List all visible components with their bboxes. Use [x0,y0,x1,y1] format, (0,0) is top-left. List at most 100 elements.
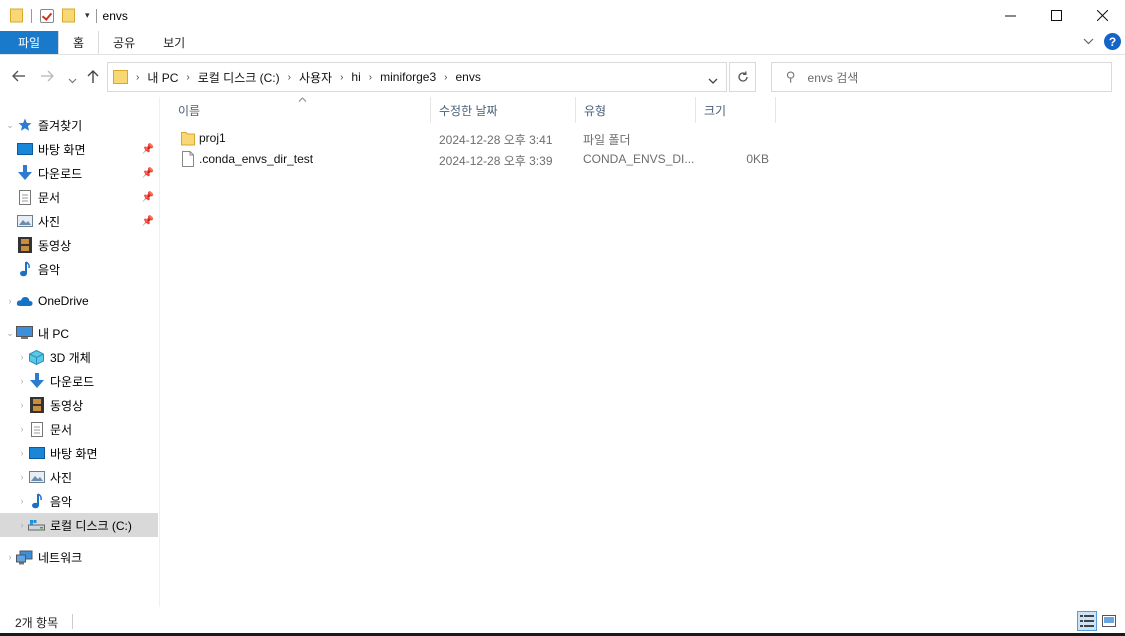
navigation-pane: ⌄ 즐겨찾기 바탕 화면 📌 다운로드 📌 문서 📌 사진 📌 동영상 음악 ›… [0,97,160,607]
toolbar-divider [31,8,32,23]
expand-ribbon-icon[interactable] [1083,36,1094,48]
pin-icon[interactable]: 📌 [142,216,154,227]
breadcrumb-item[interactable]: 사용자 [299,69,332,86]
chevron-right-icon[interactable]: › [4,296,16,306]
chevron-down-icon[interactable]: ⌄ [4,328,16,339]
nav-item-music[interactable]: 음악 [0,257,158,281]
properties-icon[interactable] [40,8,54,23]
chevron-right-icon[interactable]: › [136,72,139,83]
close-button[interactable] [1079,0,1125,31]
chevron-right-icon[interactable]: › [340,72,343,83]
customize-toolbar-icon[interactable]: ▾ [85,10,90,21]
nav-item-music-pc[interactable]: › 음악 [0,489,158,513]
nav-item-documents-pc[interactable]: › 문서 [0,417,158,441]
refresh-button[interactable] [729,62,756,92]
address-dropdown-icon[interactable] [708,73,718,87]
tab-share[interactable]: 공유 [99,31,149,54]
nav-item-documents[interactable]: 문서 📌 [0,185,158,209]
file-size: 0KB [746,152,769,166]
chevron-right-icon[interactable]: › [16,448,28,458]
window-title: envs [102,8,128,23]
chevron-right-icon[interactable]: › [288,72,291,83]
breadcrumb-item[interactable]: miniforge3 [380,70,436,84]
search-box[interactable]: ⚲ envs 검색 [771,62,1112,92]
pin-icon[interactable]: 📌 [142,192,154,203]
chevron-right-icon[interactable]: › [4,552,16,562]
music-note-icon [28,493,45,509]
tab-home[interactable]: 홈 [58,31,100,54]
chevron-right-icon[interactable]: › [444,72,447,83]
maximize-button[interactable] [1033,0,1079,31]
chevron-right-icon[interactable]: › [16,472,28,482]
file-date: 2024-12-28 오후 3:41 [439,133,553,147]
nav-item-videos-pc[interactable]: › 동영상 [0,393,158,417]
film-icon [28,397,45,413]
breadcrumb-item[interactable]: 내 PC [147,69,178,86]
chevron-right-icon[interactable]: › [369,72,372,83]
nav-item-3d-objects[interactable]: › 3D 개체 [0,345,158,369]
large-icons-view-icon [1102,615,1116,627]
tab-file[interactable]: 파일 [0,31,58,54]
file-row[interactable]: .conda_envs_dir_test 2024-12-28 오후 3:39 … [170,149,780,170]
details-view-button[interactable] [1077,611,1097,631]
desktop-icon [28,445,45,461]
nav-label: 다운로드 [38,166,83,181]
large-icons-view-button[interactable] [1099,611,1119,631]
nav-this-pc[interactable]: ⌄ 내 PC [0,321,158,345]
file-row[interactable]: proj1 2024-12-28 오후 3:41 파일 폴더 [170,128,780,149]
nav-item-downloads[interactable]: 다운로드 📌 [0,161,158,185]
ribbon-tabs: 파일 홈 공유 보기 ? [0,31,1125,55]
help-icon[interactable]: ? [1104,33,1121,50]
drive-icon [28,517,45,533]
nav-item-pictures[interactable]: 사진 📌 [0,209,158,233]
breadcrumb-item[interactable]: hi [351,70,360,84]
nav-label: 음악 [50,494,73,509]
nav-item-videos[interactable]: 동영상 [0,233,158,257]
pin-icon[interactable]: 📌 [142,168,154,179]
nav-item-desktop-pc[interactable]: › 바탕 화면 [0,441,158,465]
nav-item-downloads-pc[interactable]: › 다운로드 [0,369,158,393]
minimize-button[interactable] [987,0,1033,31]
column-date-modified[interactable]: 수정한 날짜 [431,97,576,123]
nav-quick-access[interactable]: ⌄ 즐겨찾기 [0,113,158,137]
chevron-down-icon[interactable]: ⌄ [4,120,16,131]
chevron-right-icon[interactable]: › [16,496,28,506]
breadcrumb-item[interactable]: envs [455,70,480,84]
folder-icon [10,8,23,23]
file-name[interactable]: .conda_envs_dir_test [199,152,313,166]
folder-icon [113,70,128,84]
status-bar: 2개 항목 [0,607,1125,636]
nav-network[interactable]: › 네트워크 [0,545,158,569]
breadcrumb: › 내 PC › 로컬 디스크 (C:) › 사용자 › hi › minifo… [128,69,481,86]
back-button[interactable] [12,69,26,85]
nav-onedrive[interactable]: › OneDrive [0,289,158,313]
nav-label: 즐겨찾기 [38,118,83,133]
folder-icon [181,132,195,146]
forward-button[interactable] [40,69,54,85]
column-name[interactable]: 이름 [170,97,431,123]
picture-icon [16,213,33,229]
new-folder-icon[interactable] [62,8,75,23]
column-size[interactable]: 크기 [696,97,776,123]
recent-locations-icon[interactable] [68,71,77,87]
chevron-right-icon[interactable]: › [16,352,28,362]
chevron-right-icon[interactable]: › [186,72,189,83]
tab-view[interactable]: 보기 [149,31,199,54]
pin-icon[interactable]: 📌 [142,144,154,155]
details-view-icon [1080,615,1094,627]
chevron-right-icon[interactable]: › [16,424,28,434]
nav-item-desktop[interactable]: 바탕 화면 📌 [0,137,158,161]
chevron-right-icon[interactable]: › [16,520,28,530]
chevron-right-icon[interactable]: › [16,376,28,386]
address-bar[interactable]: › 내 PC › 로컬 디스크 (C:) › 사용자 › hi › minifo… [107,62,727,92]
nav-label: 바탕 화면 [38,142,86,157]
file-name[interactable]: proj1 [199,131,226,145]
nav-item-pictures-pc[interactable]: › 사진 [0,465,158,489]
breadcrumb-item[interactable]: 로컬 디스크 (C:) [198,69,280,86]
chevron-right-icon[interactable]: › [16,400,28,410]
search-input[interactable]: envs 검색 [808,69,859,86]
up-button[interactable] [87,69,99,86]
column-type[interactable]: 유형 [576,97,696,123]
nav-item-local-disk[interactable]: › 로컬 디스크 (C:) [0,513,158,537]
nav-label: 동영상 [38,238,72,253]
